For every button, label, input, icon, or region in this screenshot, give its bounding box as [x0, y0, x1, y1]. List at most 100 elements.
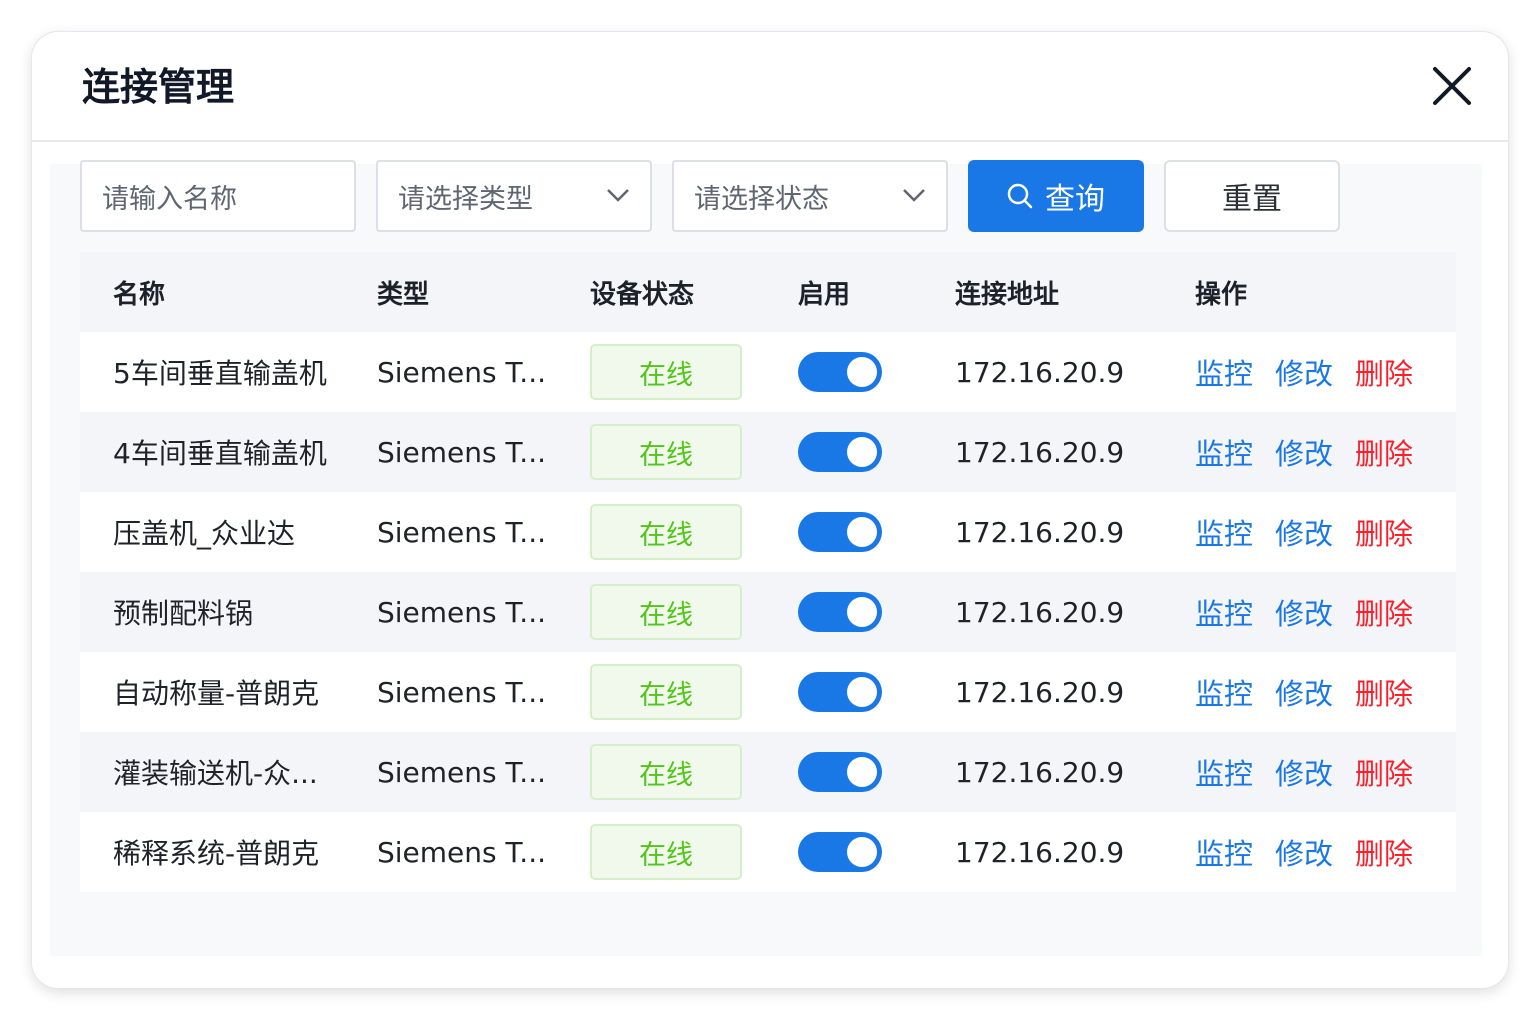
row-name: 灌装输送机-众...: [113, 757, 318, 790]
row-actions: 监控 修改 删除: [1195, 732, 1435, 812]
table-body: 5车间垂直输盖机 Siemens T... 在线 172.16.20.9 监控 …: [80, 332, 1456, 892]
enable-toggle[interactable]: [798, 672, 882, 712]
name-input-placeholder: 请输入名称: [102, 183, 237, 215]
row-type: Siemens T...: [377, 675, 546, 709]
row-actions: 监控 修改 删除: [1195, 412, 1435, 492]
row-address: 172.16.20.9: [955, 595, 1125, 629]
row-actions: 监控 修改 删除: [1195, 812, 1435, 892]
reset-button[interactable]: 重置: [1164, 160, 1340, 232]
name-search-input[interactable]: 请输入名称: [80, 160, 356, 232]
table-row: 预制配料锅 Siemens T... 在线 172.16.20.9 监控 修改 …: [80, 572, 1456, 652]
delete-link[interactable]: 删除: [1355, 431, 1413, 473]
enable-toggle[interactable]: [798, 832, 882, 872]
enable-toggle[interactable]: [798, 352, 882, 392]
status-badge: 在线: [590, 744, 742, 800]
edit-link[interactable]: 修改: [1275, 511, 1333, 553]
row-type: Siemens T...: [377, 595, 546, 629]
header-type: 类型: [377, 279, 430, 310]
row-enable-cell: [798, 332, 882, 412]
monitor-link[interactable]: 监控: [1195, 511, 1253, 553]
header-name: 名称: [113, 279, 166, 310]
row-address: 172.16.20.9: [955, 355, 1125, 389]
type-select[interactable]: 请选择类型: [376, 160, 652, 232]
row-name: 4车间垂直输盖机: [113, 437, 327, 470]
connection-management-dialog: 连接管理 请输入名称 请选择类型 请选择状态 查询 重置 名称 类型 设备状态 …: [32, 32, 1508, 988]
row-status-cell: 在线: [590, 492, 742, 572]
monitor-link[interactable]: 监控: [1195, 751, 1253, 793]
reset-button-label: 重置: [1222, 182, 1282, 217]
row-enable-cell: [798, 652, 882, 732]
enable-toggle[interactable]: [798, 752, 882, 792]
status-badge: 在线: [590, 344, 742, 400]
dialog-title: 连接管理: [82, 65, 235, 109]
table-row: 稀释系统-普朗克 Siemens T... 在线 172.16.20.9 监控 …: [80, 812, 1456, 892]
row-type: Siemens T...: [377, 755, 546, 789]
search-icon: [1007, 183, 1033, 209]
row-address: 172.16.20.9: [955, 675, 1125, 709]
delete-link[interactable]: 删除: [1355, 591, 1413, 633]
row-enable-cell: [798, 492, 882, 572]
row-enable-cell: [798, 812, 882, 892]
toggle-knob: [847, 517, 877, 547]
monitor-link[interactable]: 监控: [1195, 431, 1253, 473]
enable-toggle[interactable]: [798, 512, 882, 552]
edit-link[interactable]: 修改: [1275, 831, 1333, 873]
status-badge: 在线: [590, 504, 742, 560]
row-type: Siemens T...: [377, 835, 546, 869]
edit-link[interactable]: 修改: [1275, 431, 1333, 473]
monitor-link[interactable]: 监控: [1195, 591, 1253, 633]
toggle-knob: [847, 757, 877, 787]
table-row: 5车间垂直输盖机 Siemens T... 在线 172.16.20.9 监控 …: [80, 332, 1456, 412]
delete-link[interactable]: 删除: [1355, 751, 1413, 793]
monitor-link[interactable]: 监控: [1195, 671, 1253, 713]
edit-link[interactable]: 修改: [1275, 351, 1333, 393]
enable-toggle[interactable]: [798, 432, 882, 472]
table-row: 自动称量-普朗克 Siemens T... 在线 172.16.20.9 监控 …: [80, 652, 1456, 732]
table-row: 灌装输送机-众... Siemens T... 在线 172.16.20.9 监…: [80, 732, 1456, 812]
toggle-knob: [847, 837, 877, 867]
row-name: 稀释系统-普朗克: [113, 837, 320, 870]
row-type: Siemens T...: [377, 515, 546, 549]
row-address: 172.16.20.9: [955, 755, 1125, 789]
row-name: 压盖机_众业达: [113, 517, 296, 550]
row-type: Siemens T...: [377, 355, 546, 389]
status-select[interactable]: 请选择状态: [672, 160, 948, 232]
row-enable-cell: [798, 572, 882, 652]
row-type: Siemens T...: [377, 435, 546, 469]
toggle-knob: [847, 437, 877, 467]
edit-link[interactable]: 修改: [1275, 751, 1333, 793]
delete-link[interactable]: 删除: [1355, 351, 1413, 393]
status-select-placeholder: 请选择状态: [694, 183, 829, 215]
row-actions: 监控 修改 删除: [1195, 332, 1435, 412]
enable-toggle[interactable]: [798, 592, 882, 632]
row-actions: 监控 修改 删除: [1195, 572, 1435, 652]
header-device-status: 设备状态: [590, 279, 695, 310]
row-address: 172.16.20.9: [955, 515, 1125, 549]
table-header: 名称 类型 设备状态 启用 连接地址 操作: [80, 252, 1456, 332]
delete-link[interactable]: 删除: [1355, 831, 1413, 873]
connections-table: 名称 类型 设备状态 启用 连接地址 操作 5车间垂直输盖机 Siemens T…: [80, 252, 1456, 892]
query-button[interactable]: 查询: [968, 160, 1144, 232]
monitor-link[interactable]: 监控: [1195, 831, 1253, 873]
delete-link[interactable]: 删除: [1355, 511, 1413, 553]
monitor-link[interactable]: 监控: [1195, 351, 1253, 393]
row-status-cell: 在线: [590, 332, 742, 412]
row-actions: 监控 修改 删除: [1195, 492, 1435, 572]
query-button-label: 查询: [1045, 182, 1105, 217]
status-badge: 在线: [590, 584, 742, 640]
header-actions: 操作: [1195, 279, 1248, 310]
row-status-cell: 在线: [590, 412, 742, 492]
edit-link[interactable]: 修改: [1275, 671, 1333, 713]
row-address: 172.16.20.9: [955, 435, 1125, 469]
close-button[interactable]: [1432, 66, 1472, 106]
row-name: 预制配料锅: [113, 597, 254, 630]
row-name: 自动称量-普朗克: [113, 677, 320, 710]
row-name: 5车间垂直输盖机: [113, 357, 327, 390]
delete-link[interactable]: 删除: [1355, 671, 1413, 713]
edit-link[interactable]: 修改: [1275, 591, 1333, 633]
table-row: 压盖机_众业达 Siemens T... 在线 172.16.20.9 监控 修…: [80, 492, 1456, 572]
toggle-knob: [847, 677, 877, 707]
row-status-cell: 在线: [590, 572, 742, 652]
row-status-cell: 在线: [590, 732, 742, 812]
toggle-knob: [847, 357, 877, 387]
